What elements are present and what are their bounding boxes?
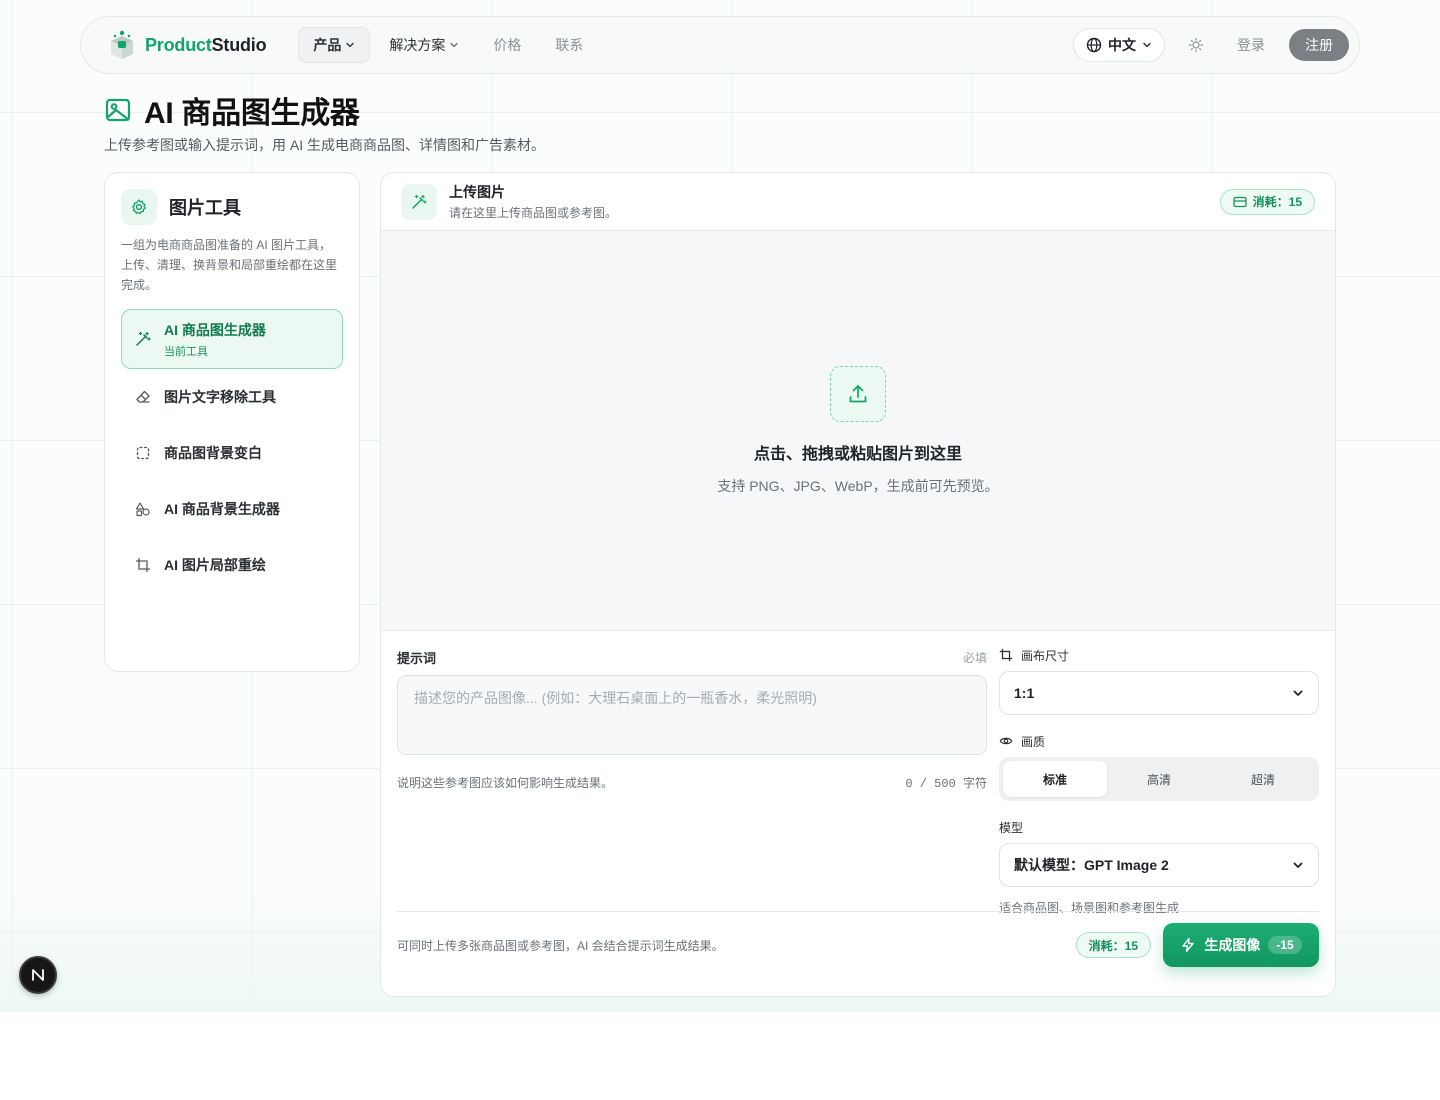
- current-tool-label: 当前工具: [164, 345, 208, 358]
- upload-icon: [849, 384, 867, 402]
- sidebar-item-label: AI 图片局部重绘: [164, 557, 266, 573]
- quality-option-hd[interactable]: 高清: [1107, 761, 1211, 797]
- crop-icon: [134, 556, 152, 574]
- prompt-input[interactable]: [397, 675, 987, 755]
- chevron-down-icon: [1143, 42, 1151, 48]
- model-select[interactable]: 默认模型：GPT Image 2: [999, 843, 1319, 887]
- nav-item-label: 联系: [555, 37, 584, 53]
- upload-header: 上传图片 请在这里上传商品图或参考图。 消耗：15: [381, 173, 1335, 231]
- chevron-down-icon: [450, 42, 459, 48]
- generation-form: 提示词 必填 说明这些参考图应该如何影响生成结果。 0 / 500 字符 画布尺…: [381, 631, 1335, 996]
- required-label: 必填: [962, 650, 987, 665]
- crop-icon: [999, 648, 1013, 662]
- model-note: 适合商品图、场景图和参考图生成: [999, 901, 1180, 915]
- nav-item-contact[interactable]: 联系: [540, 27, 598, 63]
- gear-icon: [132, 199, 146, 215]
- top-navbar: ProductStudio 产品 解决方案 价格 联系 中文 登录 注册: [80, 16, 1360, 74]
- sidebar-item-background-generator[interactable]: AI 商品背景生成器: [121, 481, 343, 537]
- brand-logo-icon: [111, 30, 133, 59]
- sidebar-icon-box: [121, 189, 157, 225]
- theme-toggle-button[interactable]: [1179, 28, 1213, 62]
- lightning-icon: [1182, 937, 1195, 953]
- eraser-icon: [134, 388, 152, 406]
- sidebar-item-label: 商品图背景变白: [164, 445, 262, 461]
- magic-wand-icon: [134, 330, 152, 348]
- model-label: 模型: [999, 820, 1024, 835]
- eye-icon: [999, 737, 1013, 745]
- canvas-size-value: 1:1: [1014, 685, 1035, 701]
- page-title: AI 商品图生成器: [144, 97, 360, 130]
- sidebar-description: 一组为电商商品图准备的 AI 图片工具，上传、清理、换背景和局部重绘都在这里完成…: [121, 238, 338, 292]
- nav-item-label: 产品: [313, 37, 342, 53]
- signup-button[interactable]: 注册: [1289, 29, 1349, 61]
- sidebar-item-label: AI 商品图生成器: [164, 321, 266, 338]
- sidebar-item-inpainting[interactable]: AI 图片局部重绘: [121, 537, 343, 593]
- upload-subtitle: 请在这里上传商品图或参考图。: [449, 206, 618, 220]
- footer-note: 可同时上传多张商品图或参考图，AI 会结合提示词生成结果。: [397, 938, 724, 953]
- cost-badge: 消耗：15: [1219, 188, 1315, 215]
- model-value: 默认模型：GPT Image 2: [1014, 857, 1169, 873]
- sidebar-item-ai-product-image-generator[interactable]: AI 商品图生成器 当前工具: [121, 309, 343, 369]
- sidebar-item-text-remover[interactable]: 图片文字移除工具: [121, 369, 343, 425]
- prompt-hint: 说明这些参考图应该如何影响生成结果。: [397, 776, 614, 790]
- chevron-down-icon: [1293, 690, 1303, 696]
- sun-icon: [1188, 37, 1204, 53]
- form-footer: 可同时上传多张商品图或参考图，AI 会结合提示词生成结果。 消耗：15 生成图像…: [397, 923, 1319, 967]
- chevron-down-icon: [1293, 862, 1303, 868]
- magic-wand-icon: [412, 194, 427, 209]
- canvas-size-select[interactable]: 1:1: [999, 671, 1319, 715]
- generate-cost: -15: [1268, 936, 1302, 954]
- sidebar-header: 图片工具: [121, 189, 343, 225]
- dropzone-hint: 支持 PNG、JPG、WebP，生成前可先预览。: [717, 477, 999, 494]
- image-dropzone[interactable]: 点击、拖拽或粘贴图片到这里 支持 PNG、JPG、WebP，生成前可先预览。: [381, 231, 1335, 631]
- generate-button[interactable]: 生成图像 -15: [1163, 923, 1319, 967]
- quality-option-uhd[interactable]: 超清: [1211, 761, 1315, 797]
- canvas-size-label: 画布尺寸: [999, 647, 1319, 663]
- language-selector[interactable]: 中文: [1073, 28, 1165, 62]
- prompt-label: 提示词: [397, 650, 437, 666]
- main-nav: 产品 解决方案 价格 联系: [298, 27, 598, 63]
- upload-icon-box: [830, 365, 886, 422]
- language-label: 中文: [1108, 37, 1136, 53]
- sidebar-item-label: 图片文字移除工具: [164, 389, 276, 405]
- tool-list: AI 商品图生成器 当前工具 图片文字移除工具 商品图背景变白 AI 商品背景生…: [121, 309, 343, 593]
- shapes-icon: [134, 500, 152, 518]
- char-count: 0 / 500 字符: [905, 777, 987, 791]
- quality-option-standard[interactable]: 标准: [1003, 761, 1107, 797]
- nav-item-solutions[interactable]: 解决方案: [374, 27, 474, 63]
- quality-segmented-control: 标准 高清 超清: [999, 757, 1319, 801]
- quality-label: 画质: [999, 733, 1319, 749]
- sidebar-item-label: AI 商品背景生成器: [164, 501, 280, 517]
- n-logo-icon: [32, 969, 44, 981]
- generator-panel: 上传图片 请在这里上传商品图或参考图。 消耗：15 点击、拖拽或粘贴图片到这里 …: [380, 172, 1336, 997]
- nav-item-products[interactable]: 产品: [298, 27, 371, 63]
- page-subtitle: 上传参考图或输入提示词，用 AI 生成电商商品图、详情图和广告素材。: [104, 137, 546, 153]
- prompt-section: 提示词 必填 说明这些参考图应该如何影响生成结果。 0 / 500 字符: [397, 647, 987, 791]
- options-section: 画布尺寸 1:1 画质 标准 高清 超清 模型 默认模型：GPT Image 2…: [999, 647, 1319, 916]
- image-icon: [105, 98, 131, 122]
- footer-divider: [397, 911, 1319, 912]
- sidebar-title: 图片工具: [169, 198, 241, 218]
- tools-sidebar: 图片工具 一组为电商商品图准备的 AI 图片工具，上传、清理、换背景和局部重绘都…: [104, 172, 360, 672]
- page-header: AI 商品图生成器: [104, 88, 360, 132]
- globe-icon: [1086, 37, 1102, 53]
- brand-name: ProductStudio: [145, 34, 267, 55]
- cost-badge-label: 消耗：15: [1252, 195, 1302, 209]
- footer-cost-badge: 消耗：15: [1075, 932, 1151, 958]
- upload-header-icon-box: [401, 183, 437, 220]
- login-link[interactable]: 登录: [1227, 35, 1275, 55]
- upload-title: 上传图片: [449, 184, 505, 200]
- header-actions: 中文 登录 注册: [1073, 28, 1349, 62]
- generate-label: 生成图像: [1204, 937, 1261, 953]
- sidebar-item-white-background[interactable]: 商品图背景变白: [121, 425, 343, 481]
- nav-item-label: 价格: [493, 37, 522, 53]
- next-devtools-button[interactable]: [19, 956, 57, 994]
- credit-card-icon: [1232, 196, 1247, 207]
- nav-item-pricing[interactable]: 价格: [478, 27, 536, 63]
- brand[interactable]: ProductStudio: [109, 30, 267, 60]
- square-dashed-icon: [134, 444, 152, 462]
- nav-item-label: 解决方案: [389, 37, 446, 53]
- dropzone-title: 点击、拖拽或粘贴图片到这里: [753, 445, 962, 463]
- chevron-down-icon: [346, 42, 355, 48]
